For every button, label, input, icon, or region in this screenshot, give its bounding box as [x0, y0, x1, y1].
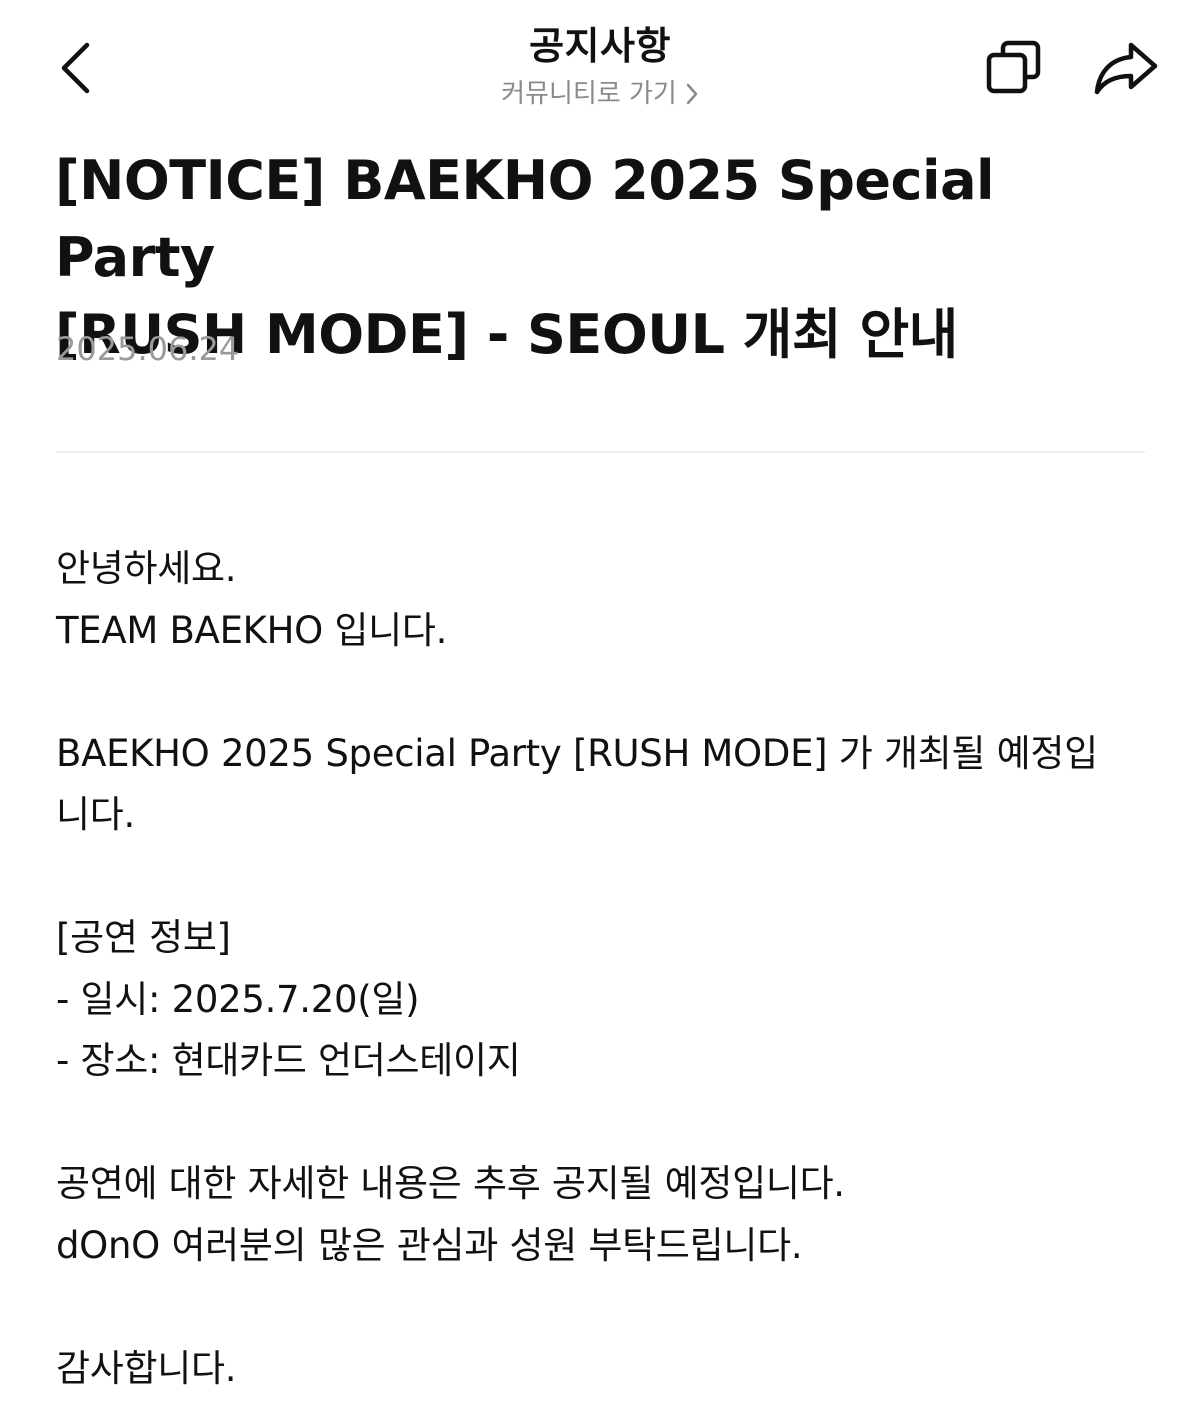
greeting-text: 안녕하세요.	[56, 547, 237, 590]
share-button[interactable]	[1086, 32, 1166, 104]
go-to-community-link[interactable]: 커뮤니티로 가기	[501, 76, 699, 112]
performance-date: - 일시: 2025.7.20(일)	[56, 977, 420, 1021]
copy-icon	[986, 40, 1041, 94]
thanks-text: 감사합니다.	[56, 1346, 237, 1390]
support-request-text: dOnO 여러분의 많은 관심과 성원 부탁드립니다.	[56, 1223, 803, 1267]
community-link-label: 커뮤니티로 가기	[501, 79, 677, 109]
top-app-bar: 공지사항 커뮤니티로 가기	[0, 0, 1200, 130]
performance-venue: - 장소: 현대카드 언더스테이지	[56, 1039, 521, 1082]
article-title-line-1: [NOTICE] BAEKHO 2025 Special Party	[55, 149, 995, 289]
article-body: 안녕하세요. TEAM BAEKHO 입니다. BAEKHO 2025 Spec…	[56, 538, 1146, 1399]
details-notice-text: 공연에 대한 자세한 내용은 추후 공지될 예정입니다.	[56, 1162, 845, 1205]
article-date: 2025.06.24	[56, 330, 240, 368]
team-text: TEAM BAEKHO 입니다.	[56, 608, 448, 652]
divider	[56, 451, 1145, 453]
chevron-right-icon	[686, 83, 698, 105]
performance-info-header: [공연 정보]	[56, 916, 231, 959]
chevron-left-icon	[61, 42, 90, 94]
copy-button[interactable]	[978, 32, 1050, 104]
page-title: 공지사항	[529, 24, 671, 68]
announcement-text-line-2: 니다.	[56, 793, 135, 836]
announcement-text-line-1: BAEKHO 2025 Special Party [RUSH MODE] 가 …	[56, 731, 1098, 775]
back-button[interactable]	[44, 30, 108, 106]
header-center: 공지사항 커뮤니티로 가기	[300, 18, 900, 112]
share-icon	[1094, 42, 1158, 95]
